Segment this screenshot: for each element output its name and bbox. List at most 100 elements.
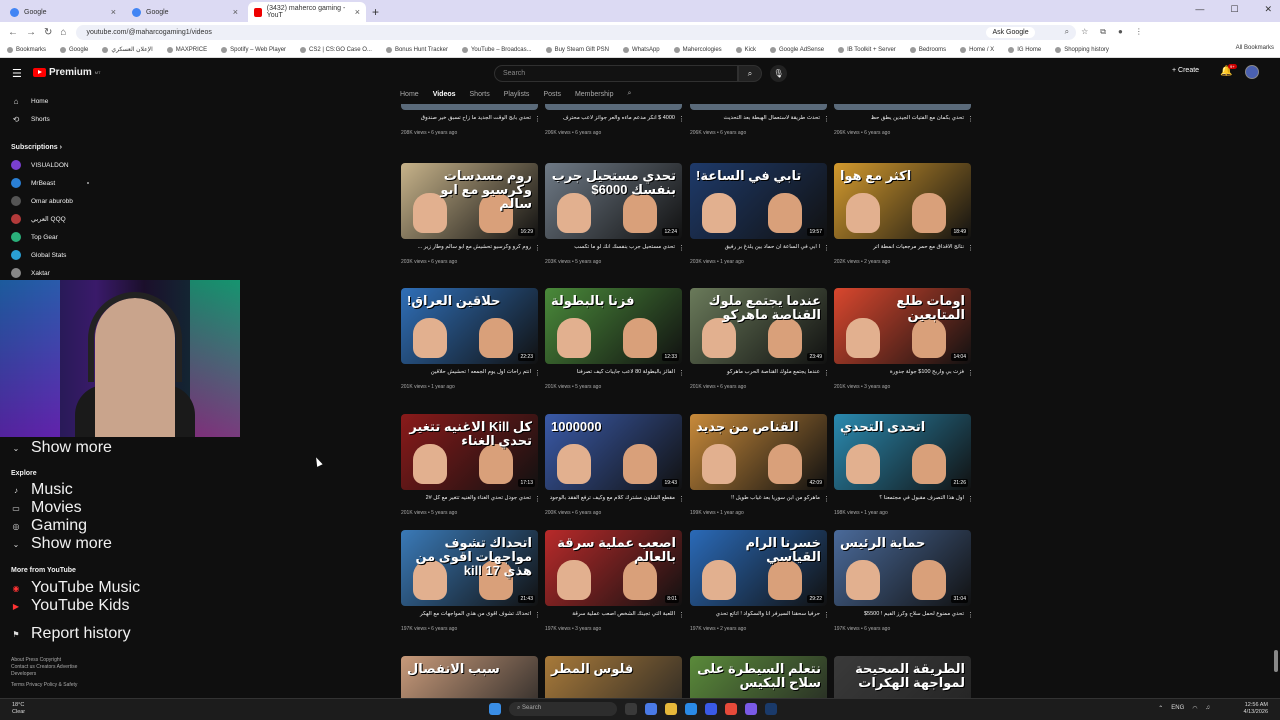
clock[interactable]: 12:56 AM 4/13/2026 — [1244, 702, 1268, 716]
sidebar-item-home[interactable]: ⌂ Home — [11, 94, 49, 108]
bookmark-item[interactable]: Spotify – Web Player — [214, 46, 293, 53]
video-title[interactable]: ا ابي في الساعة ان حماد بين يلدغ بر رفيق — [690, 244, 820, 258]
bookmark-item[interactable]: Buy Steam Gift PSN — [539, 46, 616, 53]
video-card[interactable]: عندما يجتمع ملوك القناصة ماهركو 23:49 عندم… — [690, 288, 830, 390]
video-thumbnail[interactable] — [690, 104, 827, 110]
more-options-icon[interactable]: ⋮ — [678, 611, 685, 619]
more-options-icon[interactable]: ⋮ — [678, 369, 685, 377]
video-title[interactable]: اول هذا التصرف مقبول في مجتمعنا ؟ — [834, 495, 964, 509]
sidebar-item-movies[interactable]: ▭ Movies — [11, 499, 81, 516]
video-thumbnail[interactable]: اتحدى التحدي 21:26 — [834, 414, 971, 490]
new-tab-button[interactable]: + — [372, 5, 379, 19]
sidebar-item-gaming[interactable]: ◎ Gaming — [11, 517, 88, 534]
bookmark-item[interactable]: MAXPRICE — [160, 46, 214, 53]
sidebar-item-subscription[interactable]: Top Gear — [11, 230, 58, 244]
close-window-button[interactable]: ✕ — [1264, 4, 1272, 15]
close-tab-icon[interactable]: × — [355, 7, 360, 17]
home-icon[interactable]: ⌂ — [60, 27, 66, 38]
more-options-icon[interactable]: ⋮ — [967, 115, 974, 123]
more-options-icon[interactable]: ⋮ — [534, 244, 541, 252]
reload-icon[interactable]: ↻ — [44, 27, 52, 38]
video-thumbnail[interactable]: تحدي مستحيل جرب بنفسك 6000$ 12:24 — [545, 163, 682, 239]
video-thumbnail[interactable]: اتحداك تشوف مواجهات اقوى من هذي 17 kill 2… — [401, 530, 538, 606]
browser-tab[interactable]: Google × — [4, 2, 122, 22]
video-card[interactable]: حماية الرئيس 31:04 تحدي ممنوع لحمل سلاح وك… — [834, 530, 974, 632]
video-title[interactable]: تحدي مستحيل جرب بنفسك انك لو ما تكسب — [545, 244, 675, 258]
video-title[interactable]: تحدي بكمان مع الفتيات الجيدين يطق حظ — [834, 115, 964, 129]
video-thumbnail[interactable] — [401, 104, 538, 110]
extensions-icon[interactable]: ⧉ — [1100, 27, 1106, 37]
store-icon[interactable] — [705, 703, 717, 715]
page-scrollbar[interactable] — [1274, 650, 1278, 672]
video-title[interactable]: نتائج الاقداق مع حمر مرجعيات انمطة اتر — [834, 244, 964, 258]
sidebar-show-more-explore[interactable]: ⌄ Show more — [11, 535, 112, 552]
sidebar-item-youtube-music[interactable]: ◉ YouTube Music — [11, 579, 141, 596]
bookmark-item[interactable]: Kick — [729, 46, 763, 53]
bookmark-item[interactable]: الإعلان العسكري — [95, 46, 159, 53]
video-thumbnail[interactable]: روم مسدسات وكرسيو مع ابو سالم 16:29 — [401, 163, 538, 239]
more-options-icon[interactable]: ⋮ — [678, 115, 685, 123]
video-card[interactable]: تحدث طريقة لاستعمال الهبطة بعد التحديث 20… — [690, 104, 830, 136]
video-card[interactable]: 1000000 19:43 مقطع الشلون مشترك كلام مع وك… — [545, 414, 685, 516]
start-icon[interactable] — [489, 703, 501, 715]
sidebar-item-subscription[interactable]: Xaktar — [11, 266, 50, 280]
search-button[interactable]: ⌕ — [738, 65, 762, 82]
bookmark-item[interactable]: Bedrooms — [903, 46, 953, 53]
video-thumbnail[interactable]: اومات طلع المتابعين 14:04 — [834, 288, 971, 364]
tab-posts[interactable]: Posts — [543, 91, 561, 98]
tab-home[interactable]: Home — [400, 91, 419, 98]
more-options-icon[interactable]: ⋮ — [967, 611, 974, 619]
edge-icon[interactable] — [685, 703, 697, 715]
sidebar-item-youtube-kids[interactable]: ▶ YouTube Kids — [11, 597, 130, 614]
more-options-icon[interactable]: ⋮ — [534, 611, 541, 619]
menu-icon[interactable]: ⋮ — [1135, 27, 1143, 37]
bookmark-item[interactable]: CS2 | CS:GO Case O... — [293, 46, 379, 53]
sidebar-item-subscription[interactable]: VISUALDON — [11, 158, 69, 172]
close-tab-icon[interactable]: × — [111, 7, 116, 17]
sidebar-item-subscription[interactable]: Omar aburobb — [11, 194, 73, 208]
tab-shorts[interactable]: Shorts — [470, 91, 490, 98]
video-thumbnail[interactable]: القناص من جديد 42:09 — [690, 414, 827, 490]
video-card[interactable]: اتحداك تشوف مواجهات اقوى من هذي 17 kill 2… — [401, 530, 541, 632]
video-thumbnail[interactable]: سبب الانفصال — [401, 656, 538, 700]
hamburger-menu-icon[interactable]: ☰ — [12, 67, 22, 80]
more-options-icon[interactable]: ⋮ — [678, 244, 685, 252]
more-options-icon[interactable]: ⋮ — [534, 369, 541, 377]
video-thumbnail[interactable] — [545, 104, 682, 110]
video-card[interactable]: اتحدى التحدي 21:26 اول هذا التصرف مقبول في… — [834, 414, 974, 516]
video-card[interactable]: 4000 $ انكر مدعم ماءه والعر جوائز لاعب م… — [545, 104, 685, 136]
video-title[interactable]: تحدي ممنوع لحمل سلاح وكرز الفيم ! 5500$ — [834, 611, 964, 625]
more-options-icon[interactable]: ⋮ — [967, 495, 974, 503]
bookmark-item[interactable]: Bonus Hunt Tracker — [379, 46, 455, 53]
close-tab-icon[interactable]: × — [233, 7, 238, 17]
video-title[interactable]: تحدث طريقة لاستعمال الهبطة بعد التحديث — [690, 115, 820, 129]
video-card[interactable]: تابي في الساعة! 19:57 ا ابي في الساعة ان ح… — [690, 163, 830, 265]
video-title[interactable]: اتحداك تشوف اقوى من هذي المواجهات مع اله… — [401, 611, 531, 625]
video-card[interactable]: اصعب عملية سرقة بالعالم 8:01 اللعبة التي ت… — [545, 530, 685, 632]
video-card[interactable]: كل Kill الاغنيه تتغير تحدي الغناء 17:13 تح… — [401, 414, 541, 516]
sidebar-item-subscription[interactable]: العربي QQQ — [11, 212, 66, 226]
youtube-logo[interactable]: Premium MT — [33, 67, 101, 78]
zoom-icon[interactable]: ⌕ — [1065, 27, 1069, 37]
task-view-icon[interactable] — [625, 703, 637, 715]
sidebar-item-subscription[interactable]: MrBeast — [11, 176, 55, 190]
video-thumbnail[interactable]: فزنا بالبطولة 12:33 — [545, 288, 682, 364]
more-options-icon[interactable]: ⋮ — [823, 369, 830, 377]
browser-tab[interactable]: Google × — [126, 2, 244, 22]
video-thumbnail[interactable]: فلوس المطر — [545, 656, 682, 700]
tab-videos[interactable]: Videos — [433, 91, 456, 98]
bookmark-item[interactable]: IB Toolkit + Server — [831, 46, 903, 53]
bookmark-item[interactable]: YouTube – Broadcas... — [455, 46, 539, 53]
bookmark-item[interactable]: Google — [53, 46, 95, 53]
video-card[interactable]: الطريقة الصحيحة لمواجهة الهكرات — [834, 656, 974, 700]
file-explorer-icon[interactable] — [665, 703, 677, 715]
tab-playlists[interactable]: Playlists — [504, 91, 530, 98]
tray-expand-icon[interactable]: ⌃ — [1158, 705, 1163, 712]
taskbar-search[interactable]: ⌕ Search — [509, 702, 617, 716]
video-title[interactable]: اللعبة التي تجينك الشخص اصعب عملية سرقة — [545, 611, 675, 625]
video-title[interactable]: حرفيا سحقنا السيرفر انا والسكواد ! اتاتع… — [690, 611, 820, 625]
video-card[interactable]: القناص من جديد 42:09 ماهركو من ابن سوريا ب… — [690, 414, 830, 516]
video-thumbnail[interactable]: خسرنا الرام القياسي 29:22 — [690, 530, 827, 606]
video-title[interactable]: روم كرو وكرسيو تحشيش مع ابو سالم وطار زي… — [401, 244, 531, 258]
more-options-icon[interactable]: ⋮ — [823, 611, 830, 619]
